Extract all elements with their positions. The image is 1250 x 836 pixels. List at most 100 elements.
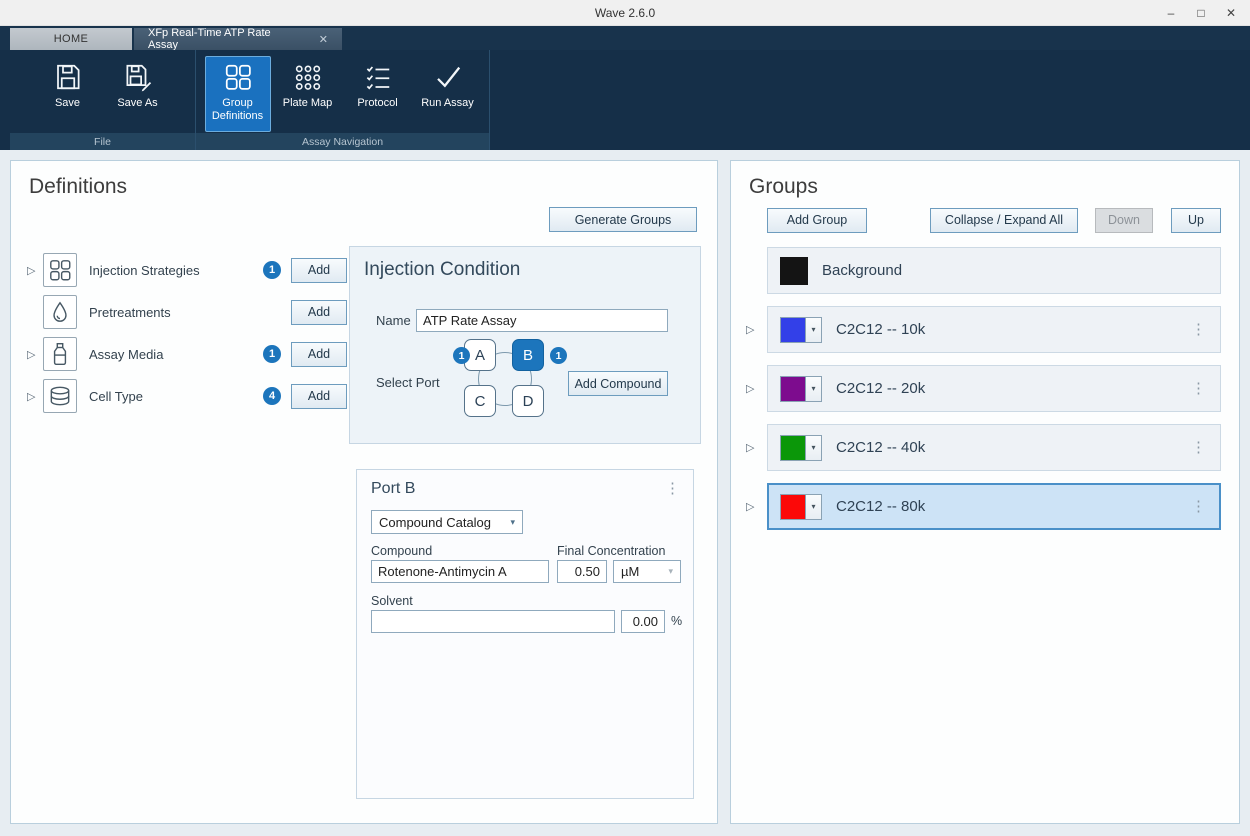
color-swatch	[781, 436, 805, 460]
definition-label: Pretreatments	[89, 305, 291, 320]
definition-label: Injection Strategies	[89, 263, 263, 278]
kebab-menu-icon[interactable]: ⋮	[665, 481, 680, 496]
count-badge: 1	[263, 345, 281, 363]
kebab-menu-icon[interactable]: ⋮	[1191, 322, 1206, 337]
chevron-down-icon[interactable]: ▾	[805, 318, 821, 342]
group-row-background[interactable]: Background	[767, 247, 1221, 294]
kebab-menu-icon[interactable]: ⋮	[1191, 440, 1206, 455]
group-row[interactable]: ▷ ▾ C2C12 -- 10k ⋮	[767, 306, 1221, 353]
close-icon[interactable]: ✕	[1216, 0, 1246, 26]
save-as-icon	[123, 62, 153, 92]
definitions-list: ▷ Injection Strategies 1 Add Pretreatmen…	[27, 249, 347, 417]
chevron-down-icon[interactable]: ▾	[805, 436, 821, 460]
plate-map-icon	[293, 62, 323, 92]
save-button[interactable]: Save	[35, 56, 101, 132]
chevron-down-icon[interactable]: ▾	[805, 377, 821, 401]
group-row-selected[interactable]: ▷ ▾ C2C12 -- 80k ⋮	[767, 483, 1221, 530]
expand-arrow-icon[interactable]: ▷	[746, 323, 754, 336]
kebab-menu-icon[interactable]: ⋮	[1191, 499, 1206, 514]
add-pretreatment-button[interactable]: Add	[291, 300, 347, 325]
port-a-count-badge: 1	[453, 347, 470, 364]
run-assay-button[interactable]: Run Assay	[415, 56, 481, 132]
move-down-button[interactable]: Down	[1095, 208, 1153, 233]
solvent-input[interactable]	[371, 610, 615, 633]
count-badge: 1	[263, 261, 281, 279]
protocol-label: Protocol	[357, 97, 397, 110]
definition-label: Assay Media	[89, 347, 263, 362]
maximize-icon[interactable]: □	[1186, 0, 1216, 26]
definition-row-cell-type[interactable]: ▷ Cell Type 4 Add	[27, 375, 347, 417]
collapse-expand-all-button[interactable]: Collapse / Expand All	[930, 208, 1078, 233]
compound-label: Compound	[371, 544, 432, 558]
port-c-button[interactable]: C	[464, 385, 496, 417]
color-picker[interactable]: ▾	[780, 317, 822, 343]
minimize-icon[interactable]: –	[1156, 0, 1186, 26]
expand-arrow-icon[interactable]: ▷	[746, 441, 754, 454]
color-picker[interactable]: ▾	[780, 376, 822, 402]
group-row[interactable]: ▷ ▾ C2C12 -- 40k ⋮	[767, 424, 1221, 471]
save-as-button[interactable]: Save As	[105, 56, 171, 132]
definitions-panel: Definitions Generate Groups ▷ Injection …	[10, 160, 718, 824]
groups-toolbar: Add Group Collapse / Expand All Down Up	[767, 207, 1221, 233]
tab-assay-label: XFp Real-Time ATP Rate Assay	[148, 27, 303, 51]
group-row[interactable]: ▷ ▾ C2C12 -- 20k ⋮	[767, 365, 1221, 412]
compound-catalog-value: Compound Catalog	[379, 515, 491, 530]
title-bar: Wave 2.6.0 – □ ✕	[0, 0, 1250, 26]
add-compound-button[interactable]: Add Compound	[568, 371, 668, 396]
compound-input[interactable]	[371, 560, 549, 583]
injection-condition-title: Injection Condition	[364, 259, 520, 281]
protocol-button[interactable]: Protocol	[345, 56, 411, 132]
save-as-label: Save As	[117, 97, 157, 110]
group-definitions-icon	[223, 62, 253, 92]
expand-arrow-icon[interactable]: ▷	[27, 348, 43, 361]
port-d-button[interactable]: D	[512, 385, 544, 417]
injection-condition-panel: Injection Condition Name Select Port A B…	[349, 246, 701, 444]
ribbon-group-nav-label: Assay Navigation	[196, 133, 489, 150]
color-swatch	[781, 495, 805, 519]
groups-panel: Groups Add Group Collapse / Expand All D…	[730, 160, 1240, 824]
definition-row-injection-strategies[interactable]: ▷ Injection Strategies 1 Add	[27, 249, 347, 291]
run-assay-label: Run Assay	[421, 97, 474, 110]
expand-arrow-icon[interactable]: ▷	[27, 390, 43, 403]
expand-arrow-icon[interactable]: ▷	[746, 500, 754, 513]
run-assay-icon	[433, 62, 463, 92]
definition-row-assay-media[interactable]: ▷ Assay Media 1 Add	[27, 333, 347, 375]
tab-home[interactable]: HOME	[10, 28, 132, 50]
expand-arrow-icon[interactable]: ▷	[27, 264, 43, 277]
chevron-down-icon[interactable]: ▾	[805, 495, 821, 519]
group-label: Background	[822, 262, 1206, 279]
add-injection-strategy-button[interactable]: Add	[291, 258, 347, 283]
color-picker[interactable]: ▾	[780, 494, 822, 520]
move-up-button[interactable]: Up	[1171, 208, 1221, 233]
port-b-title: Port B	[371, 480, 415, 498]
kebab-menu-icon[interactable]: ⋮	[1191, 381, 1206, 396]
unit-dropdown[interactable]: µM ▾	[613, 560, 681, 583]
generate-groups-button[interactable]: Generate Groups	[549, 207, 697, 232]
add-cell-type-button[interactable]: Add	[291, 384, 347, 409]
cell-type-icon	[43, 379, 77, 413]
port-b-button[interactable]: B	[512, 339, 544, 371]
save-icon	[53, 62, 83, 92]
group-label: C2C12 -- 80k	[836, 498, 1191, 515]
tab-close-icon[interactable]: ✕	[319, 33, 328, 46]
color-picker[interactable]: ▾	[780, 435, 822, 461]
port-b-panel: Port B ⋮ Compound Catalog ▾ Compound Fin…	[356, 469, 694, 799]
final-concentration-input[interactable]	[557, 560, 607, 583]
group-label: C2C12 -- 40k	[836, 439, 1191, 456]
group-definitions-button[interactable]: Group Definitions	[205, 56, 271, 132]
count-badge: 4	[263, 387, 281, 405]
tab-bar: HOME XFp Real-Time ATP Rate Assay ✕	[0, 26, 1250, 50]
definition-row-pretreatments[interactable]: Pretreatments Add	[27, 291, 347, 333]
window-title: Wave 2.6.0	[0, 6, 1250, 20]
assay-media-icon	[43, 337, 77, 371]
pretreatments-icon	[43, 295, 77, 329]
add-group-button[interactable]: Add Group	[767, 208, 867, 233]
name-input[interactable]	[416, 309, 668, 332]
compound-catalog-dropdown[interactable]: Compound Catalog ▾	[371, 510, 523, 534]
chevron-down-icon: ▾	[510, 517, 515, 528]
add-assay-media-button[interactable]: Add	[291, 342, 347, 367]
tab-assay[interactable]: XFp Real-Time ATP Rate Assay ✕	[134, 28, 342, 50]
plate-map-button[interactable]: Plate Map	[275, 56, 341, 132]
solvent-percent-input[interactable]	[621, 610, 665, 633]
expand-arrow-icon[interactable]: ▷	[746, 382, 754, 395]
